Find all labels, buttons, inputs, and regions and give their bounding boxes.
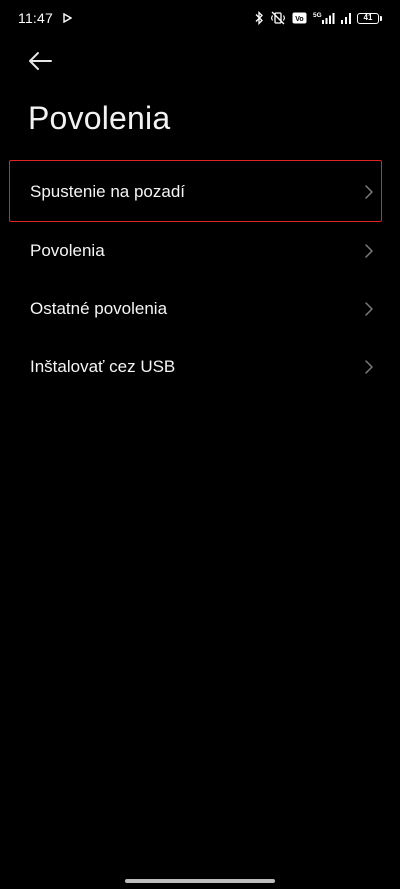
chevron-right-icon bbox=[364, 243, 374, 259]
back-button[interactable] bbox=[22, 48, 58, 78]
list-item-other-permissions[interactable]: Ostatné povolenia bbox=[0, 280, 400, 338]
volte-label: Vo bbox=[295, 16, 303, 23]
list-item-install-via-usb[interactable]: Inštalovať cez USB bbox=[0, 338, 400, 396]
page-title: Povolenia bbox=[28, 100, 171, 136]
settings-list: Spustenie na pozadí Povolenia Ostatné po… bbox=[0, 162, 400, 396]
chevron-right-icon bbox=[364, 184, 374, 200]
list-item-label: Spustenie na pozadí bbox=[30, 182, 186, 201]
signal-bars-icon bbox=[341, 11, 351, 25]
list-item-label: Ostatné povolenia bbox=[30, 299, 168, 318]
status-right: Vo 5G 41 bbox=[254, 11, 382, 25]
home-indicator[interactable] bbox=[125, 879, 275, 883]
battery-icon: 41 bbox=[357, 12, 382, 24]
play-icon bbox=[63, 10, 73, 26]
arrow-left-icon bbox=[27, 51, 53, 76]
chevron-right-icon bbox=[364, 301, 374, 317]
volte-icon: Vo bbox=[292, 12, 307, 24]
5g-signal-icon: 5G bbox=[313, 11, 335, 25]
battery-level: 41 bbox=[357, 12, 379, 24]
status-left: 11:47 bbox=[18, 10, 73, 26]
screen: 11:47 Vo 5G 41 Povolenia Spustenie na po… bbox=[0, 0, 400, 889]
network-label: 5G bbox=[313, 12, 322, 19]
vibrate-off-icon bbox=[270, 11, 286, 25]
chevron-right-icon bbox=[364, 359, 374, 375]
list-item-label: Povolenia bbox=[30, 241, 105, 260]
battery-tip bbox=[380, 15, 382, 21]
status-time: 11:47 bbox=[18, 10, 53, 26]
status-bar: 11:47 Vo 5G 41 bbox=[0, 0, 400, 36]
list-item-permissions[interactable]: Povolenia bbox=[0, 222, 400, 280]
list-item-label: Inštalovať cez USB bbox=[30, 357, 176, 376]
bluetooth-icon bbox=[254, 11, 264, 25]
list-item-background-start[interactable]: Spustenie na pozadí bbox=[0, 162, 400, 222]
